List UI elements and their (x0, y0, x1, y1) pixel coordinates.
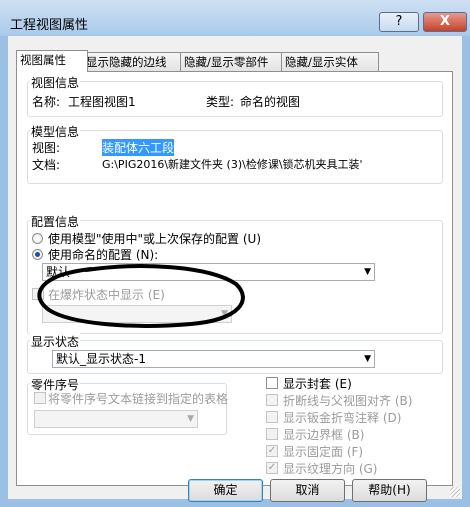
balloon-table-select[interactable]: ▼ (34, 410, 198, 428)
tab-panel: 视图信息 名称: 工程图视图1 类型: 命名的视图 模型信息 视图: 装配体六工… (16, 71, 453, 486)
chevron-down-icon: ▼ (364, 354, 371, 364)
balloon-group: 零件序号 将零件序号文本链接到指定的表格 ▼ (27, 376, 229, 435)
link-balloon-checkbox[interactable] (34, 392, 46, 404)
tab-hide-show-bodies[interactable]: 隐藏/显示实体 (281, 52, 379, 71)
dialog-body: 视图属性 显示隐藏的边线 隐藏/显示零部件 隐藏/显示实体 视图信息 名称: 工… (8, 36, 462, 502)
sheetmetal-bend-checkbox[interactable] (266, 411, 278, 423)
model-doc-label: 文档: (32, 158, 61, 172)
bounding-box-label: 显示边界框 (B) (283, 428, 365, 442)
chevron-down-icon: ▼ (187, 414, 194, 424)
ok-button[interactable]: 确定 (188, 479, 263, 502)
model-view-value[interactable]: 装配体六工段 (102, 139, 175, 156)
radio-use-named-config[interactable] (32, 249, 43, 260)
model-info-group: 模型信息 视图: 装配体六工段 文档: G:\PIG2016\新建文件夹 (3)… (27, 123, 443, 184)
annotation-ellipse (37, 264, 245, 328)
close-icon[interactable]: X (423, 12, 467, 32)
align-break-checkbox[interactable] (266, 394, 278, 406)
display-state-group: 显示状态 默认_显示状态-1 ▼ (27, 333, 443, 374)
radio-use-model-config[interactable] (32, 233, 43, 244)
view-info-legend: 视图信息 (30, 74, 81, 91)
view-info-group: 视图信息 名称: 工程图视图1 类型: 命名的视图 (27, 74, 443, 117)
bounding-box-checkbox[interactable] (266, 428, 278, 440)
view-type-value: 命名的视图 (240, 95, 301, 109)
help-icon[interactable]: ? (379, 12, 419, 32)
help-button[interactable]: 帮助(H) (352, 479, 427, 502)
show-envelope-checkbox[interactable] (266, 377, 278, 389)
grain-direction-label: 显示纹理方向 (G) (283, 462, 378, 476)
model-view-label: 视图: (32, 141, 61, 155)
radio-use-model-label[interactable]: 使用模型"使用中"或上次保存的配置 (U) (48, 230, 261, 247)
tab-hidden-edges[interactable]: 显示隐藏的边线 (82, 52, 186, 71)
cancel-button[interactable]: 取消 (270, 479, 345, 502)
resize-grip-icon[interactable] (450, 487, 460, 497)
view-name-value: 工程图视图1 (68, 95, 136, 109)
align-break-label: 折断线与父视图对齐 (B) (283, 394, 413, 408)
fixed-face-checkbox[interactable]: ✓ (266, 445, 278, 457)
tab-view-properties[interactable]: 视图属性 (16, 50, 88, 72)
window-title: 工程视图属性 (10, 18, 89, 33)
display-state-value: 默认_显示状态-1 (56, 352, 146, 366)
view-type-label: 类型: (206, 95, 235, 109)
display-state-select[interactable]: 默认_显示状态-1 ▼ (52, 350, 375, 368)
view-name-label: 名称: (32, 95, 61, 109)
config-info-legend: 配置信息 (30, 213, 81, 230)
title-bar[interactable]: 工程视图属性 ? X (0, 0, 470, 36)
dialog-window: 工程视图属性 ? X 视图属性 显示隐藏的边线 隐藏/显示零部件 隐藏/显示实体… (0, 0, 470, 507)
sheetmetal-bend-label: 显示钣金折弯注释 (D) (283, 411, 402, 425)
display-state-legend: 显示状态 (30, 333, 81, 350)
link-balloon-label: 将零件序号文本链接到指定的表格 (48, 392, 229, 406)
fixed-face-label: 显示固定面 (F) (283, 445, 364, 459)
grain-direction-checkbox[interactable]: ✓ (266, 462, 278, 474)
chevron-down-icon: ▼ (364, 267, 371, 277)
model-info-legend: 模型信息 (30, 123, 81, 140)
radio-use-named-label[interactable]: 使用命名的配置 (N): (48, 246, 158, 263)
model-doc-value: G:\PIG2016\新建文件夹 (3)\检修课\锁芯机夹具工装' (102, 158, 363, 171)
tab-hide-show-components[interactable]: 隐藏/显示零部件 (180, 52, 287, 71)
show-envelope-label: 显示封套 (E) (283, 377, 352, 391)
